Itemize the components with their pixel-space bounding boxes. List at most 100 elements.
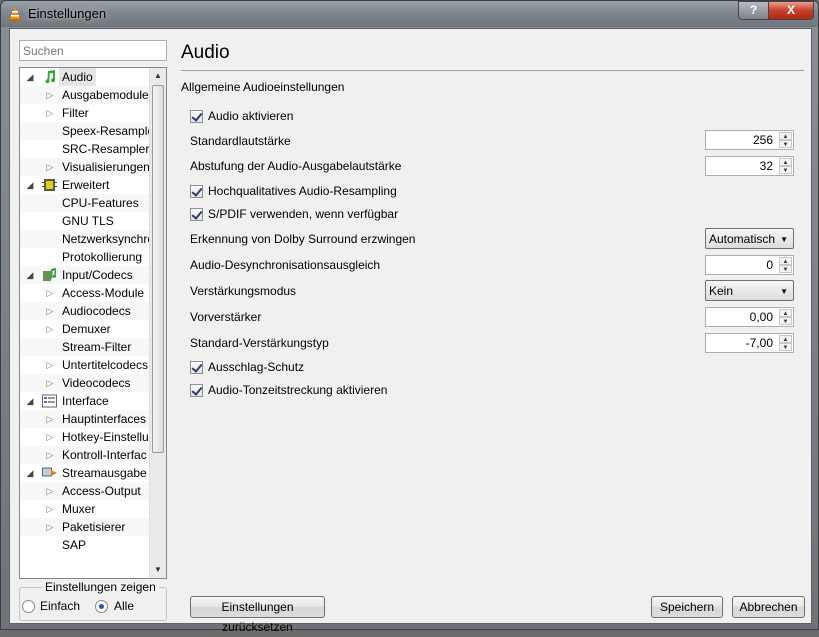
tree-item[interactable]: ▷ Access-Module [20,284,150,302]
tree-item-label: Demuxer [62,322,111,336]
tree-item[interactable]: ▷ Untertitelcodecs [20,356,150,374]
preamp-spinbox[interactable]: 0,00 ▲ ▼ [705,307,794,327]
tree-item[interactable]: GNU TLS [20,212,150,230]
scroll-down-icon[interactable]: ▼ [150,562,166,578]
tree-category[interactable]: ◢ Erweitert [20,176,150,194]
expanded-arrow-icon[interactable]: ◢ [24,266,36,284]
tree-item[interactable]: SAP [20,536,150,554]
spin-up-icon[interactable]: ▲ [779,158,792,166]
collapsed-arrow-icon[interactable]: ▷ [44,428,56,446]
gain-mode-value[interactable]: Kein [709,284,733,298]
collapsed-arrow-icon[interactable]: ▷ [44,104,56,122]
radio-all[interactable] [95,600,108,613]
spin-down-icon[interactable]: ▼ [779,343,792,351]
chevron-down-icon[interactable]: ▼ [780,287,788,296]
tree-item[interactable]: ▷ Audiocodecs [20,302,150,320]
enable-audio-checkbox[interactable] [190,110,203,123]
collapsed-arrow-icon[interactable]: ▷ [44,320,56,338]
tree-item-label: Audiocodecs [62,304,131,318]
tree-item[interactable]: ▷ Demuxer [20,320,150,338]
expanded-arrow-icon[interactable]: ◢ [24,176,36,194]
desync-value[interactable]: 0 [766,258,773,272]
tree-category[interactable]: ◢ Interface [20,392,150,410]
collapsed-arrow-icon[interactable]: ▷ [44,446,56,464]
tree-item[interactable]: Netzwerksynchro [20,230,150,248]
tree-item[interactable]: Speex-Resampler [20,122,150,140]
default-gain-value[interactable]: -7,00 [746,336,773,350]
volume-step-spinbox[interactable]: 32 ▲ ▼ [705,156,794,176]
radio-simple-label[interactable]: Einfach [40,599,80,613]
desync-spinbox[interactable]: 0 ▲ ▼ [705,255,794,275]
default-volume-value[interactable]: 256 [753,133,773,147]
spin-down-icon[interactable]: ▼ [779,166,792,174]
tree-item[interactable]: ▷ Ausgabemodule [20,86,150,104]
spin-up-icon[interactable]: ▲ [779,309,792,317]
close-button[interactable]: X [768,1,814,20]
reset-settings-button[interactable]: Einstellungen zurücksetzen [190,596,325,634]
default-volume-spinbox[interactable]: 256 ▲ ▼ [705,130,794,150]
time-stretch-checkbox[interactable] [190,384,203,397]
tree-item[interactable]: ▷ Filter [20,104,150,122]
dolby-combobox[interactable]: Automatisch ▼ [705,228,794,249]
tree-scrollbar[interactable]: ▲ ▼ [149,68,166,578]
hq-resampling-label[interactable]: Hochqualitatives Audio-Resampling [208,184,397,198]
spin-down-icon[interactable]: ▼ [779,265,792,273]
help-button[interactable]: ? [738,1,769,20]
spin-up-icon[interactable]: ▲ [779,335,792,343]
tree-category[interactable]: ◢ Streamausgabe [20,464,150,482]
expanded-arrow-icon[interactable]: ◢ [24,392,36,410]
preamp-value[interactable]: 0,00 [750,310,773,324]
hq-resampling-checkbox[interactable] [190,185,203,198]
collapsed-arrow-icon[interactable]: ▷ [44,482,56,500]
collapsed-arrow-icon[interactable]: ▷ [44,158,56,176]
collapsed-arrow-icon[interactable]: ▷ [44,518,56,536]
volume-step-value[interactable]: 32 [760,159,773,173]
tree-item[interactable]: ▷ Hauptinterfaces [20,410,150,428]
spike-protection-checkbox[interactable] [190,361,203,374]
collapsed-arrow-icon[interactable]: ▷ [44,374,56,392]
collapsed-arrow-icon[interactable]: ▷ [44,356,56,374]
radio-simple[interactable] [22,600,35,613]
tree-item[interactable]: ▷ Videocodecs [20,374,150,392]
search-input[interactable] [19,40,167,61]
gain-mode-combobox[interactable]: Kein ▼ [705,280,794,301]
tree-item[interactable]: ▷ Kontroll-Interfac [20,446,150,464]
spin-up-icon[interactable]: ▲ [779,132,792,140]
tree-item[interactable]: Protokollierung [20,248,150,266]
save-button[interactable]: Speichern [651,596,723,618]
tree-item[interactable]: ▷ Access-Output [20,482,150,500]
spike-protection-label[interactable]: Ausschlag-Schutz [208,360,304,374]
tree-item[interactable]: ▷ Visualisierungen [20,158,150,176]
spdif-checkbox[interactable] [190,208,203,221]
scroll-up-icon[interactable]: ▲ [150,68,166,84]
collapsed-arrow-icon[interactable]: ▷ [44,284,56,302]
tree-item[interactable]: CPU-Features [20,194,150,212]
collapsed-arrow-icon[interactable]: ▷ [44,410,56,428]
expanded-arrow-icon[interactable]: ◢ [24,464,36,482]
dolby-value[interactable]: Automatisch [709,232,775,246]
spin-down-icon[interactable]: ▼ [779,140,792,148]
collapsed-arrow-icon[interactable]: ▷ [44,86,56,104]
tree-category[interactable]: ◢ Audio [20,68,150,86]
collapsed-arrow-icon[interactable]: ▷ [44,302,56,320]
spin-down-icon[interactable]: ▼ [779,317,792,325]
cancel-button[interactable]: Abbrechen [732,596,805,618]
time-stretch-label[interactable]: Audio-Tonzeitstreckung aktivieren [208,383,387,397]
tree-item-label: Protokollierung [62,250,143,264]
scroll-thumb[interactable] [152,85,164,453]
chevron-down-icon[interactable]: ▼ [780,235,788,244]
enable-audio-label[interactable]: Audio aktivieren [208,109,293,123]
radio-all-label[interactable]: Alle [114,599,134,613]
tree-item[interactable]: ▷ Hotkey-Einstellu [20,428,150,446]
tree-item[interactable]: ▷ Muxer [20,500,150,518]
collapsed-arrow-icon[interactable]: ▷ [44,500,56,518]
spin-up-icon[interactable]: ▲ [779,257,792,265]
tree-item[interactable]: SRC-Resampler [20,140,150,158]
default-gain-spinbox[interactable]: -7,00 ▲ ▼ [705,333,794,353]
preferences-window: Einstellungen ? X ◢Audio▷Ausgabemodule▷F… [0,0,819,634]
tree-item[interactable]: Stream-Filter [20,338,150,356]
tree-category[interactable]: ◢ Input/Codecs [20,266,150,284]
expanded-arrow-icon[interactable]: ◢ [24,68,36,86]
tree-item[interactable]: ▷ Paketisierer [20,518,150,536]
spdif-label[interactable]: S/PDIF verwenden, wenn verfügbar [208,207,398,221]
